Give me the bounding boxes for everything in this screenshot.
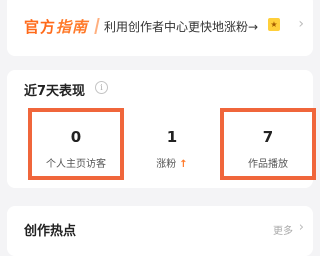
metric-value: 1: [166, 128, 178, 146]
info-icon[interactable]: i: [95, 81, 108, 94]
metric-profile-visitors[interactable]: 0 个人主页访客: [28, 108, 124, 180]
metric-followers-gained[interactable]: 1 涨粉 ↑: [124, 108, 220, 180]
star-emoji-icon: ★: [268, 18, 280, 31]
official-guide-logo: 官方指南: [24, 18, 89, 36]
metric-label: 个人主页访客: [46, 159, 106, 170]
creation-hotspot-card: 创作热点 更多 ›: [7, 206, 313, 256]
metric-value: 0: [70, 128, 82, 146]
weekly-performance-card: 近7天表现 i 0 个人主页访客 1 涨粉 ↑ 7 作品播放: [7, 70, 316, 188]
promo-text[interactable]: 利用创作者中心更快地涨粉→: [104, 18, 258, 35]
chevron-right-icon[interactable]: ›: [298, 16, 304, 32]
section-title: 近7天表现: [24, 84, 86, 99]
metric-value: 7: [262, 128, 274, 146]
metric-label: 作品播放: [248, 159, 288, 170]
arrow-up-icon: ↑: [179, 159, 188, 170]
metric-label: 涨粉: [156, 159, 177, 170]
brand-divider: [94, 18, 100, 34]
chevron-right-icon[interactable]: ›: [299, 220, 304, 235]
metric-video-plays[interactable]: 7 作品播放: [220, 108, 316, 180]
official-guide-banner[interactable]: 官方指南 利用创作者中心更快地涨粉→ ★ ›: [7, 0, 313, 56]
section-title: 创作热点: [24, 224, 77, 239]
more-link[interactable]: 更多: [273, 222, 293, 237]
metric-label-row: 涨粉 ↑: [124, 155, 220, 170]
